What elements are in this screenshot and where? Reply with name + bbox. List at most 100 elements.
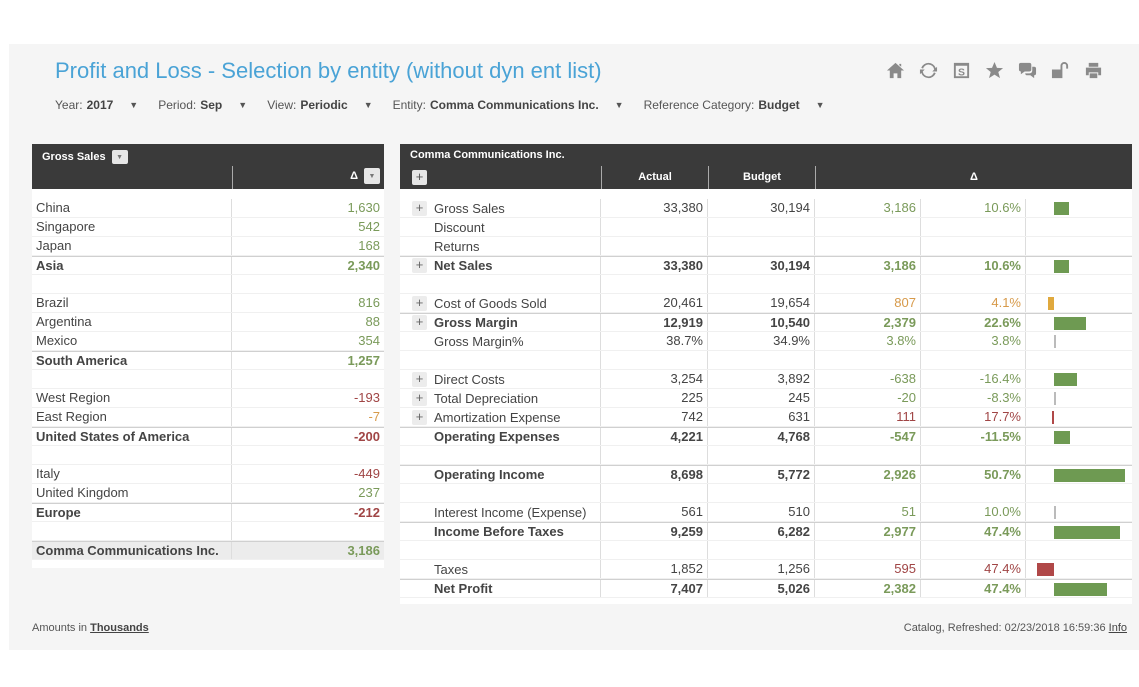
filter-period[interactable]: Period: Sep ▼ [158, 98, 247, 112]
home-icon[interactable] [885, 60, 906, 81]
table-row[interactable]: Interest Income (Expense) 561 510 51 10.0% [400, 503, 1132, 522]
amounts-prefix: Amounts in [32, 622, 88, 634]
table-row[interactable]: Returns [400, 237, 1132, 256]
spacer-row [32, 275, 384, 294]
table-row[interactable]: China 1,630 [32, 199, 384, 218]
table-row[interactable]: Comma Communications Inc. 3,186 [32, 541, 384, 560]
table-row[interactable]: + Amortization Expense 742 631 111 17.7% [400, 408, 1132, 427]
table-row[interactable]: United States of America -200 [32, 427, 384, 446]
toolbar: S [885, 60, 1104, 81]
delta-value: 542 [358, 219, 380, 234]
unlock-icon[interactable] [1050, 60, 1071, 81]
table-row[interactable]: West Region -193 [32, 389, 384, 408]
print-icon[interactable] [1083, 60, 1104, 81]
delta-pct-value: -8.3% [921, 389, 1026, 407]
expand-row-button[interactable]: + [412, 390, 427, 406]
table-row[interactable]: Gross Margin% 38.7% 34.9% 3.8% 3.8% [400, 332, 1132, 351]
spacer-row [32, 522, 384, 541]
table-row[interactable]: United Kingdom 237 [32, 484, 384, 503]
filter-value: 2017 [86, 98, 114, 112]
save-icon[interactable]: S [951, 60, 972, 81]
table-row[interactable]: Operating Expenses 4,221 4,768 -547 -11.5% [400, 427, 1132, 446]
expand-row-button[interactable]: + [412, 258, 427, 273]
variance-bar-cell [1026, 466, 1132, 483]
account-label: Interest Income (Expense) [434, 504, 587, 520]
filter-year[interactable]: Year: 2017 ▼ [55, 98, 138, 112]
info-link[interactable]: Info [1109, 622, 1127, 634]
svg-text:S: S [958, 67, 965, 78]
column-divider [232, 166, 233, 189]
account-label: Gross Margin [434, 315, 518, 330]
column-header-actual[interactable]: Actual [601, 166, 708, 189]
expand-row-button[interactable]: + [412, 409, 427, 425]
expand-all-button[interactable]: + [412, 170, 427, 185]
delta-dropdown-button[interactable]: ▼ [364, 168, 380, 184]
amounts-unit-link[interactable]: Thousands [90, 622, 149, 634]
refresh-icon[interactable] [918, 60, 939, 81]
delta-value: 168 [358, 238, 380, 253]
table-row[interactable]: + Gross Margin 12,919 10,540 2,379 22.6% [400, 313, 1132, 332]
expand-row-button[interactable]: + [412, 371, 427, 387]
variance-bar-cell [1026, 428, 1132, 445]
comments-icon[interactable] [1017, 60, 1038, 81]
variance-bar-cell [1026, 523, 1132, 540]
delta-value: 1,257 [347, 353, 380, 368]
table-row[interactable]: + Gross Sales 33,380 30,194 3,186 10.6% [400, 199, 1132, 218]
column-header-delta[interactable]: Δ [815, 166, 1132, 189]
expand-row-button[interactable]: + [412, 295, 427, 311]
account-label: Taxes [434, 561, 468, 577]
variance-bar-cell [1026, 560, 1132, 578]
variance-bar [1054, 392, 1056, 405]
table-row[interactable]: Operating Income 8,698 5,772 2,926 50.7% [400, 465, 1132, 484]
table-row[interactable]: + Cost of Goods Sold 20,461 19,654 807 4.1% [400, 294, 1132, 313]
table-row[interactable]: + Total Depreciation 225 245 -20 -8.3% [400, 389, 1132, 408]
account-cell: + Gross Margin [400, 314, 601, 331]
table-row[interactable]: South America 1,257 [32, 351, 384, 370]
row-label: China [32, 199, 232, 217]
row-label: United Kingdom [32, 484, 232, 502]
table-row[interactable]: Net Profit 7,407 5,026 2,382 47.4% [400, 579, 1132, 598]
favorite-star-icon[interactable] [984, 60, 1005, 81]
caret-down-icon: ▼ [129, 100, 139, 110]
delta-abs-value [815, 218, 921, 236]
measure-dropdown-button[interactable]: ▼ [111, 150, 128, 164]
delta-column-header: Δ ▼ [350, 168, 380, 184]
table-row[interactable]: Asia 2,340 [32, 256, 384, 275]
table-row[interactable]: Japan 168 [32, 237, 384, 256]
delta-pct-value: -16.4% [921, 370, 1026, 388]
actual-value: 12,919 [601, 314, 708, 331]
delta-pct-value: 10.0% [921, 503, 1026, 521]
table-row[interactable]: Discount [400, 218, 1132, 237]
table-row[interactable]: Argentina 88 [32, 313, 384, 332]
delta-pct-value [921, 275, 1026, 293]
column-header-budget[interactable]: Budget [708, 166, 815, 189]
table-row[interactable]: Income Before Taxes 9,259 6,282 2,977 47.4% [400, 522, 1132, 541]
table-row[interactable]: + Direct Costs 3,254 3,892 -638 -16.4% [400, 370, 1132, 389]
expand-row-button[interactable]: + [412, 200, 427, 216]
table-row[interactable]: Taxes 1,852 1,256 595 47.4% [400, 560, 1132, 579]
filter-view[interactable]: View: Periodic ▼ [267, 98, 372, 112]
table-row[interactable]: Brazil 816 [32, 294, 384, 313]
account-label: Net Profit [434, 581, 493, 596]
variance-bar-cell [1026, 351, 1132, 369]
delta-pct-value: 47.4% [921, 523, 1026, 540]
table-row[interactable]: Singapore 542 [32, 218, 384, 237]
variance-bar [1054, 373, 1077, 386]
variance-bar-cell [1026, 484, 1132, 502]
table-row[interactable]: Italy -449 [32, 465, 384, 484]
delta-abs-value: 3,186 [815, 257, 921, 274]
variance-bar [1054, 260, 1069, 273]
table-row[interactable]: Mexico 354 [32, 332, 384, 351]
filter-entity[interactable]: Entity: Comma Communications Inc. ▼ [393, 98, 624, 112]
filter-reference-category[interactable]: Reference Category: Budget ▼ [644, 98, 825, 112]
expand-row-button[interactable]: + [412, 315, 427, 330]
table-row[interactable]: Europe -212 [32, 503, 384, 522]
delta-pct-value: 4.1% [921, 294, 1026, 312]
variance-bar [1054, 317, 1086, 330]
table-row[interactable]: East Region -7 [32, 408, 384, 427]
account-label: Gross Sales [434, 200, 505, 216]
delta-abs-value: 2,382 [815, 580, 921, 597]
table-row[interactable]: + Net Sales 33,380 30,194 3,186 10.6% [400, 256, 1132, 275]
delta-value: 88 [365, 314, 380, 329]
delta-abs-value: -638 [815, 370, 921, 388]
